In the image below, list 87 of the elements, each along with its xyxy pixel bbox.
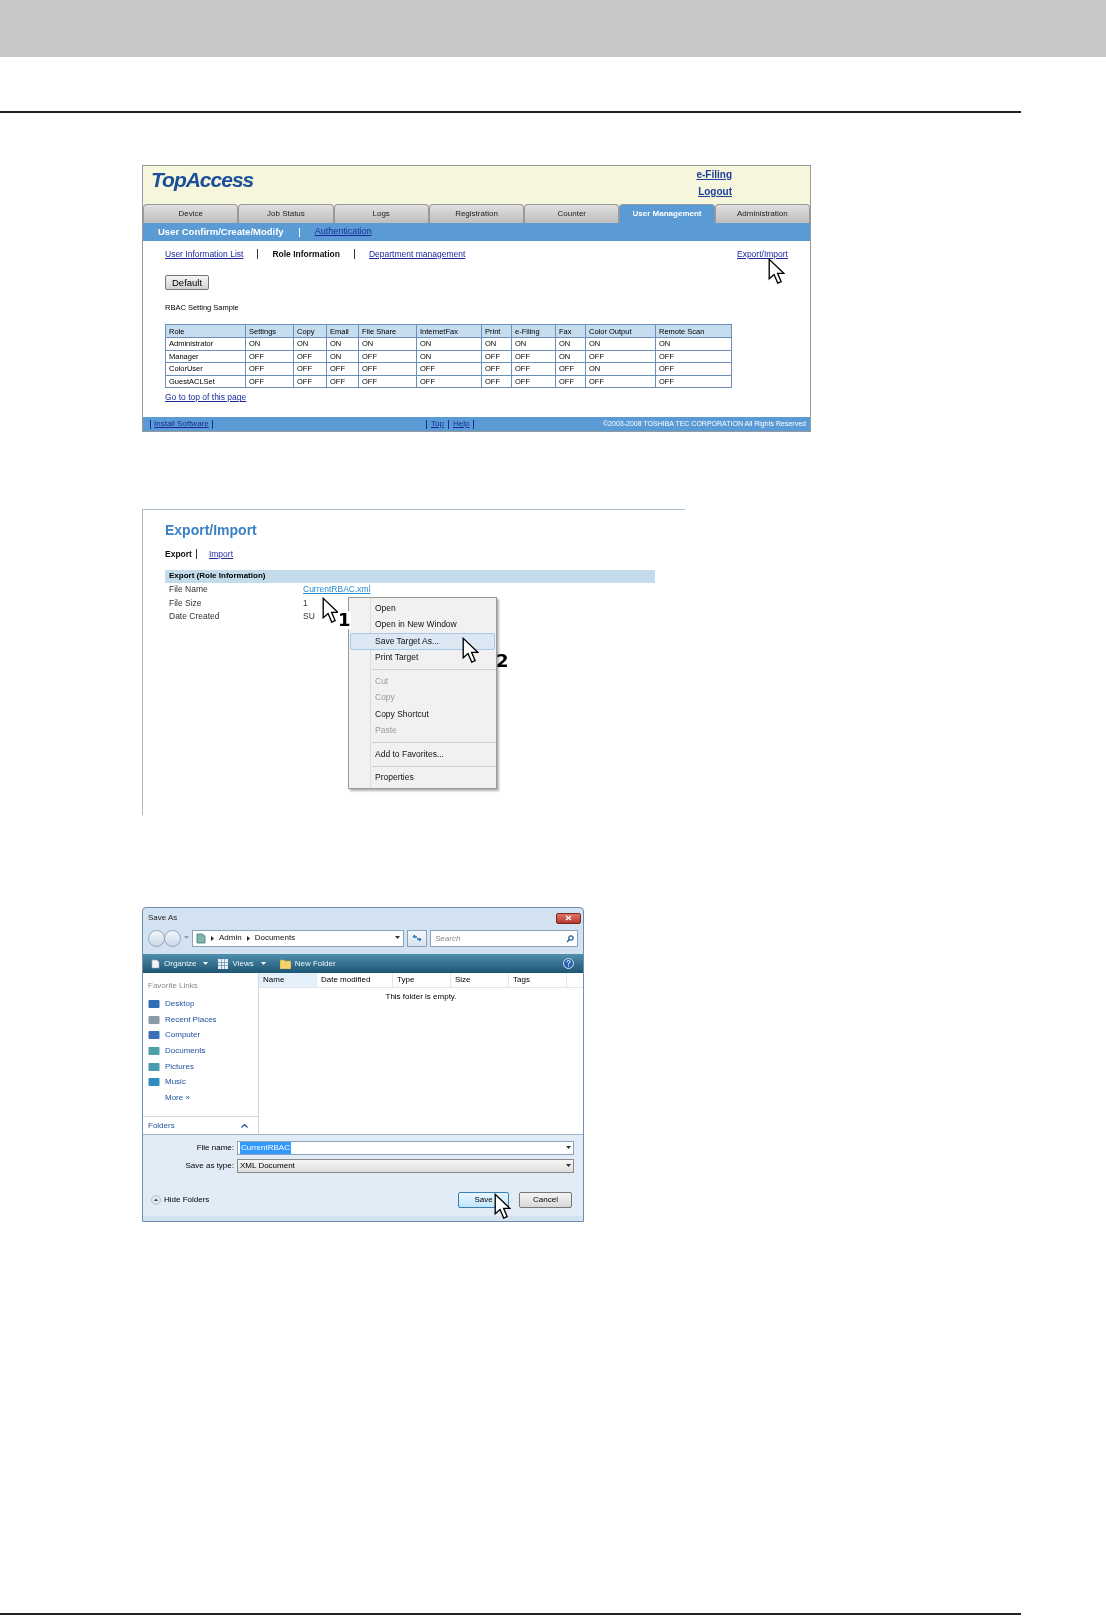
menu-item[interactable]: Open in New Window xyxy=(350,616,495,633)
step-number: 2 xyxy=(496,652,509,670)
cursor-icon xyxy=(494,1193,511,1220)
caret-icon xyxy=(566,1164,571,1168)
toolbar-button[interactable]: Views xyxy=(218,957,266,970)
page-title: Export/Import xyxy=(165,521,258,539)
favorite-link[interactable]: Desktop xyxy=(148,996,258,1012)
footer-link[interactable]: Install Software xyxy=(154,418,209,430)
grid-icon xyxy=(218,958,229,969)
caret-icon xyxy=(184,936,189,940)
favorite-link[interactable]: Computer xyxy=(148,1027,258,1044)
refresh-button[interactable] xyxy=(407,929,427,947)
favorite-link[interactable]: Music xyxy=(148,1074,258,1091)
menu-item[interactable]: Properties xyxy=(350,769,495,786)
breadcrumb-item[interactable]: Documents xyxy=(254,932,296,944)
nav-tab[interactable]: Device xyxy=(143,204,239,223)
cursor-icon xyxy=(462,637,479,664)
menu-item[interactable]: Copy Shortcut xyxy=(350,706,495,723)
sub-tab-link[interactable]: Role Information xyxy=(272,247,340,261)
caret-icon xyxy=(203,961,209,966)
close-icon xyxy=(565,915,572,921)
header-link[interactable]: e-Filing xyxy=(696,169,732,181)
nav-tab[interactable]: Job Status xyxy=(238,204,334,223)
folders-toggle[interactable]: Folders xyxy=(143,1116,258,1134)
search-field[interactable]: Search xyxy=(430,929,578,947)
favorite-link[interactable]: Documents xyxy=(148,1043,258,1059)
section-header: Export (Role Information) xyxy=(165,569,655,583)
question-icon xyxy=(566,960,571,967)
caret-icon xyxy=(395,936,400,940)
dialog-button[interactable]: Cancel xyxy=(519,1192,572,1208)
breadcrumb-item[interactable]: Admin xyxy=(219,932,242,944)
help-button[interactable] xyxy=(563,958,574,969)
nav-tab[interactable]: Administration xyxy=(714,204,810,223)
breadcrumb-arrow-icon xyxy=(211,935,214,941)
caret-icon xyxy=(260,961,266,966)
favorite-link[interactable]: Pictures xyxy=(148,1058,258,1075)
logo: TopAccess xyxy=(151,167,254,193)
sub-tab-link[interactable]: Export xyxy=(165,548,192,561)
address-bar[interactable]: Admin Documents xyxy=(192,929,404,947)
export-import-link[interactable]: Export/Import xyxy=(736,247,788,261)
column-header[interactable]: Name xyxy=(259,973,317,987)
nav-tab[interactable]: Registration xyxy=(428,204,525,223)
field-label: File Name xyxy=(168,583,209,596)
footer-link[interactable]: Top xyxy=(431,418,444,430)
caret-icon xyxy=(566,1146,571,1150)
field-label: File name: xyxy=(195,1142,235,1154)
favorite-link[interactable]: Recent Places xyxy=(148,1011,258,1028)
cursor-icon xyxy=(768,258,785,285)
forward-button[interactable] xyxy=(164,929,181,947)
file-link[interactable]: CurrentRBAC.xml xyxy=(303,583,371,596)
field-value: SU xyxy=(303,610,315,623)
field-value: 1 xyxy=(303,596,308,610)
cursor-icon xyxy=(322,597,339,624)
field-label: File Size xyxy=(168,596,203,610)
menu-item[interactable]: Print Target xyxy=(350,649,495,666)
menu-item[interactable]: Open xyxy=(350,600,495,617)
chevron-up-icon xyxy=(241,1123,248,1128)
more-link[interactable]: More » xyxy=(148,1090,258,1106)
header-link[interactable]: Logout xyxy=(698,186,732,198)
nav-link[interactable]: Authentication xyxy=(314,225,372,239)
field-label: Date Created xyxy=(168,610,221,623)
nav-tab[interactable]: Counter xyxy=(524,204,620,223)
empty-message: This folder is empty. xyxy=(385,991,457,1003)
menu-item[interactable]: Save Target As... xyxy=(350,633,495,650)
default-button[interactable]: Default xyxy=(165,275,210,290)
sub-tab-link[interactable]: Import xyxy=(208,548,233,561)
top-link[interactable]: Go to top of this page xyxy=(165,391,247,404)
breadcrumb-arrow-icon xyxy=(246,935,250,941)
hide-folders-button[interactable]: Hide Folders xyxy=(151,1194,210,1206)
file-type-dropdown[interactable]: XML Document xyxy=(237,1159,574,1173)
sub-tab-link[interactable]: Department management xyxy=(368,247,466,261)
field-label: Save as type: xyxy=(184,1160,235,1172)
nav-tab[interactable]: Logs xyxy=(333,204,429,223)
menu-item[interactable]: Add to Favorites... xyxy=(350,746,495,763)
close-button[interactable] xyxy=(556,912,581,924)
dialog-title: Save As xyxy=(148,912,178,924)
pane-title: Favorite Links xyxy=(148,980,199,992)
refresh-icon xyxy=(412,934,422,942)
toolbar-button[interactable]: Organize xyxy=(151,957,209,970)
step-number: 1 xyxy=(338,611,351,629)
search-icon xyxy=(566,934,574,943)
document-icon xyxy=(151,958,160,969)
back-button[interactable] xyxy=(148,929,165,947)
sub-tab-link[interactable]: User Information List xyxy=(165,247,244,261)
footer-link[interactable]: Help xyxy=(452,418,470,430)
toolbar-button[interactable]: New Folder xyxy=(279,957,336,970)
chevron-up-icon xyxy=(151,1195,161,1205)
